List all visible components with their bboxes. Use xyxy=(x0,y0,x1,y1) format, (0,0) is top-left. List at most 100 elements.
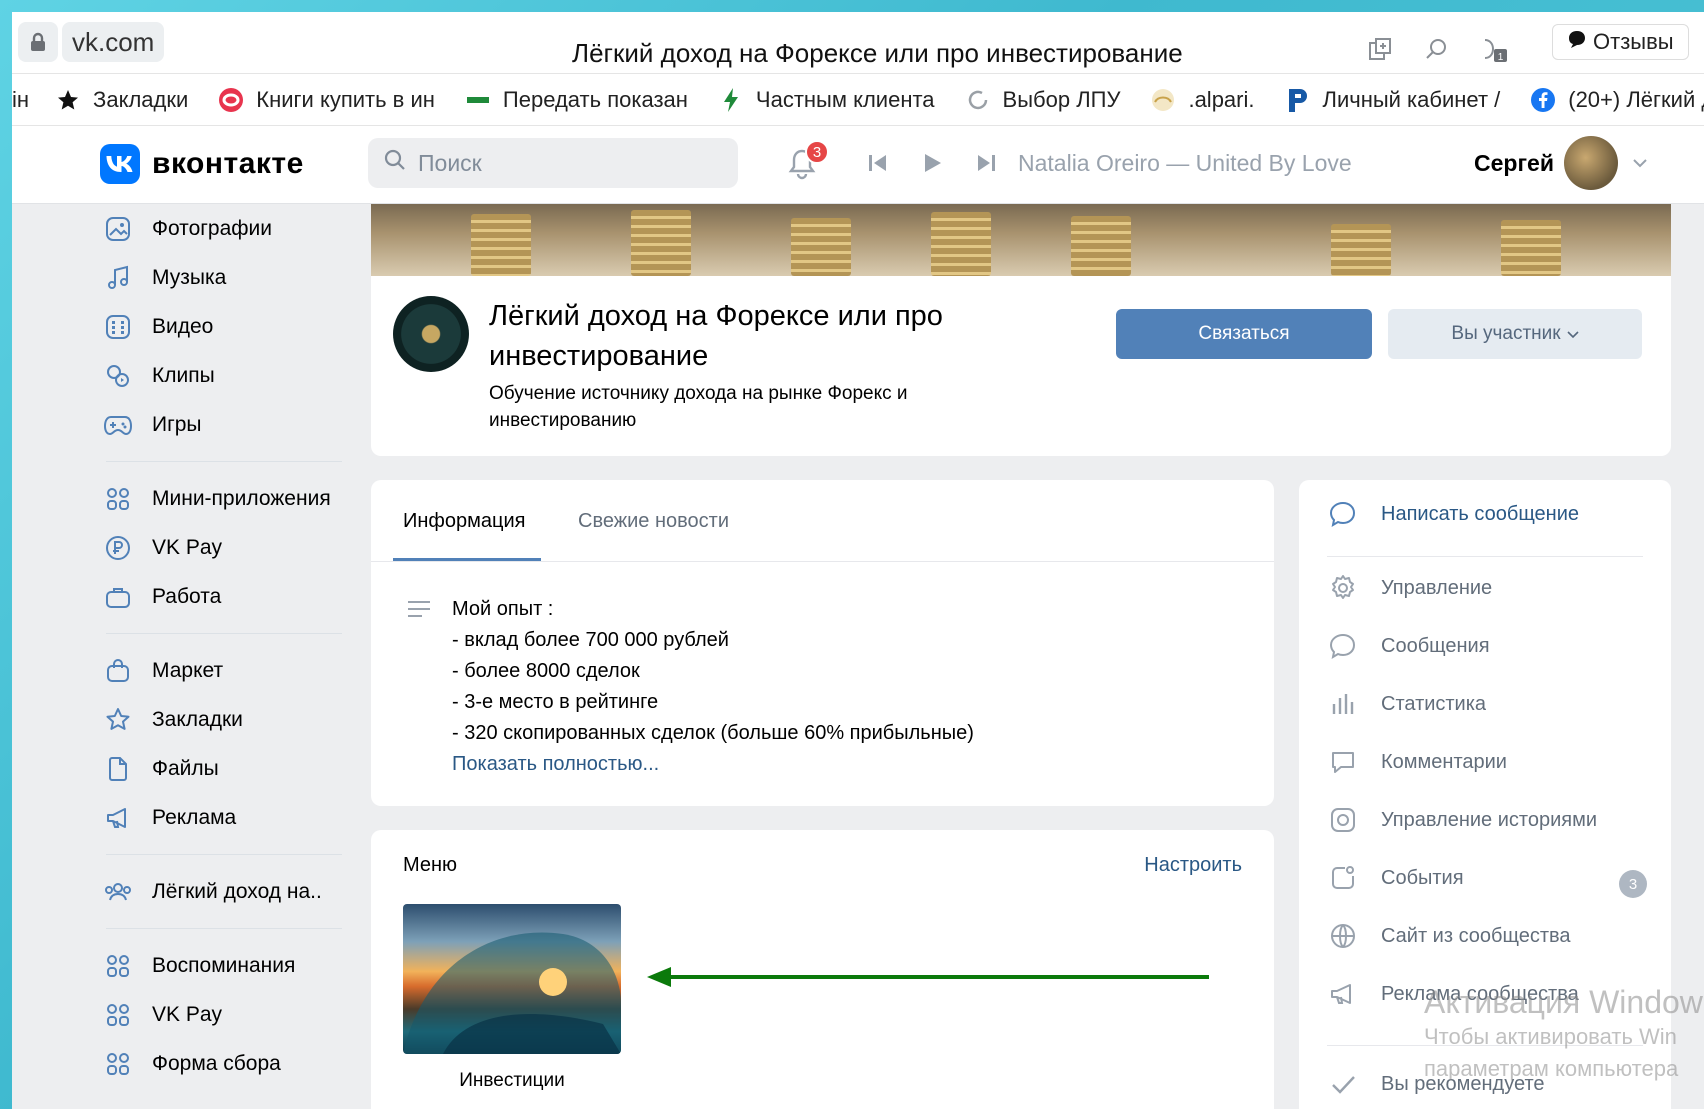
previous-track-icon[interactable] xyxy=(867,150,889,181)
tab-news[interactable]: Свежие новости xyxy=(578,510,729,533)
browser-toolbar-icons: 1 xyxy=(1367,36,1509,71)
sidebar-item-label: Клипы xyxy=(152,363,215,387)
bookmark-item[interactable]: .alpari. xyxy=(1150,87,1255,113)
search-page-icon[interactable] xyxy=(1423,36,1449,71)
bookmark-item[interactable]: Частным клиента xyxy=(718,87,935,113)
show-more-link[interactable]: Показать полностью... xyxy=(452,749,974,780)
group-title: Лёгкий доход на Форексе или про инвестир… xyxy=(489,296,1049,376)
apps-icon xyxy=(102,999,134,1031)
now-playing-track[interactable]: Natalia Oreiro — United By Love xyxy=(1018,150,1352,177)
loading-icon xyxy=(965,87,991,113)
group-avatar[interactable] xyxy=(393,296,469,372)
gamepad-icon xyxy=(102,409,134,441)
events-badge: 3 xyxy=(1619,870,1647,898)
vkpay-icon xyxy=(102,532,134,564)
right-item-label: Управление xyxy=(1381,576,1493,599)
sidebar-item-work[interactable]: Работа xyxy=(102,572,352,621)
info-line: - 3-е место в рейтинге xyxy=(452,691,659,713)
bookmark-label: Книги купить в ин xyxy=(256,86,435,112)
domain-text[interactable]: vk.com xyxy=(62,22,165,62)
events-button[interactable]: События xyxy=(1327,862,1464,894)
event-icon xyxy=(1327,862,1359,894)
bookmark-item[interactable]: (20+) Лёгкий дох xyxy=(1530,87,1704,113)
member-button[interactable]: Вы участник xyxy=(1388,309,1642,359)
next-track-icon[interactable] xyxy=(975,150,997,181)
tab-information[interactable]: Информация xyxy=(403,510,525,533)
configure-menu-link[interactable]: Настроить xyxy=(1144,854,1242,877)
sidebar-item-group[interactable]: Лёгкий доход на.. xyxy=(102,867,352,916)
users-icon xyxy=(102,876,134,908)
sidebar-item-vkpay-app[interactable]: VK Pay xyxy=(102,990,352,1039)
bookmark-item[interactable]: Закладки xyxy=(55,87,188,113)
sidebar-item-vkpay[interactable]: VK Pay xyxy=(102,523,352,572)
sidebar-item-ads[interactable]: Реклама xyxy=(102,793,352,842)
write-message-button[interactable]: Написать сообщение xyxy=(1327,498,1579,530)
contact-button[interactable]: Связаться xyxy=(1116,309,1372,359)
bookmarks-bar: ін Закладки Книги купить в ин Передать п… xyxy=(12,74,1704,126)
messages-button[interactable]: Сообщения xyxy=(1327,630,1490,662)
sidebar-item-clips[interactable]: Клипы xyxy=(102,351,352,400)
sidebar-item-video[interactable]: Видео xyxy=(102,302,352,351)
address-bar[interactable]: vk.com xyxy=(18,22,165,62)
divider xyxy=(106,928,342,929)
divider xyxy=(106,854,342,855)
manage-button[interactable]: Управление xyxy=(1327,572,1492,604)
sidebar-item-market[interactable]: Маркет xyxy=(102,646,352,695)
active-tab-indicator xyxy=(393,558,541,561)
stories-icon xyxy=(1327,804,1359,836)
notification-badge: 3 xyxy=(805,140,829,164)
search-input[interactable]: Поиск xyxy=(368,138,738,188)
sidebar-item-games[interactable]: Игры xyxy=(102,400,352,449)
notifications-button[interactable]: 3 xyxy=(787,140,829,188)
statistics-button[interactable]: Статистика xyxy=(1327,688,1486,720)
extensions-icon[interactable]: 1 xyxy=(1479,36,1509,71)
menu-item-thumbnail[interactable] xyxy=(403,904,621,1054)
sidebar-item-photos[interactable]: Фотографии xyxy=(102,204,352,253)
bookmark-item[interactable]: Книги купить в ин xyxy=(218,87,435,113)
alpari-icon xyxy=(1150,87,1176,113)
sidebar-item-form[interactable]: Форма сбора xyxy=(102,1039,352,1088)
sidebar-item-label: Музыка xyxy=(152,265,227,289)
bookmark-label: Закладки xyxy=(93,86,189,112)
activation-watermark-text: Чтобы активировать Win xyxy=(1424,1024,1677,1049)
reviews-label: Отзывы xyxy=(1593,29,1674,54)
speech-bubble-icon xyxy=(1567,29,1587,55)
sidebar-item-files[interactable]: Файлы xyxy=(102,744,352,793)
avatar[interactable] xyxy=(1564,136,1618,190)
vk-logo[interactable]: вконтакте xyxy=(100,144,304,184)
sidebar-item-mini-apps[interactable]: Мини-приложения xyxy=(102,474,352,523)
music-icon xyxy=(102,262,134,294)
bookmark-item[interactable]: Личный кабинет / xyxy=(1285,87,1500,113)
sidebar-item-label: Файлы xyxy=(152,756,219,780)
apps-icon xyxy=(102,1048,134,1080)
bookmark-item[interactable]: ін xyxy=(12,87,29,113)
sidebar-item-label: VK Pay xyxy=(152,1002,223,1026)
sidebar-item-label: Маркет xyxy=(152,658,224,682)
comments-button[interactable]: Комментарии xyxy=(1327,746,1507,778)
group-header-card: Лёгкий доход на Форексе или про инвестир… xyxy=(371,276,1671,456)
sidebar-item-music[interactable]: Музыка xyxy=(102,253,352,302)
play-icon[interactable] xyxy=(921,150,943,181)
menu-title: Меню xyxy=(403,854,458,876)
description-icon xyxy=(407,598,431,626)
user-name[interactable]: Сергей xyxy=(1474,150,1554,177)
audio-player-controls xyxy=(867,150,997,181)
apps-icon xyxy=(102,483,134,515)
sidebar-item-label: Игры xyxy=(152,412,202,436)
bookmark-add-icon[interactable] xyxy=(1367,36,1393,71)
bookmark-label: Выбор ЛПУ xyxy=(1002,86,1121,112)
chat-icon xyxy=(1327,498,1359,530)
chevron-down-icon[interactable] xyxy=(1632,148,1648,174)
sidebar-item-bookmarks[interactable]: Закладки xyxy=(102,695,352,744)
bookmark-item[interactable]: Выбор ЛПУ xyxy=(965,86,1121,113)
reviews-button[interactable]: Отзывы xyxy=(1552,24,1689,60)
menu-item-label[interactable]: Инвестиции xyxy=(403,1070,621,1092)
bookmark-item[interactable]: Передать показан xyxy=(465,87,688,113)
file-icon xyxy=(102,753,134,785)
browser-page-title: Лёгкий доход на Форексе или про инвестир… xyxy=(572,38,1183,68)
manage-stories-button[interactable]: Управление историями xyxy=(1327,804,1597,836)
site-from-group-button[interactable]: Сайт из сообщества xyxy=(1327,920,1571,952)
sidebar-item-memories[interactable]: Воспоминания xyxy=(102,941,352,990)
right-item-label: Сайт из сообщества xyxy=(1381,924,1571,947)
bag-icon xyxy=(102,655,134,687)
